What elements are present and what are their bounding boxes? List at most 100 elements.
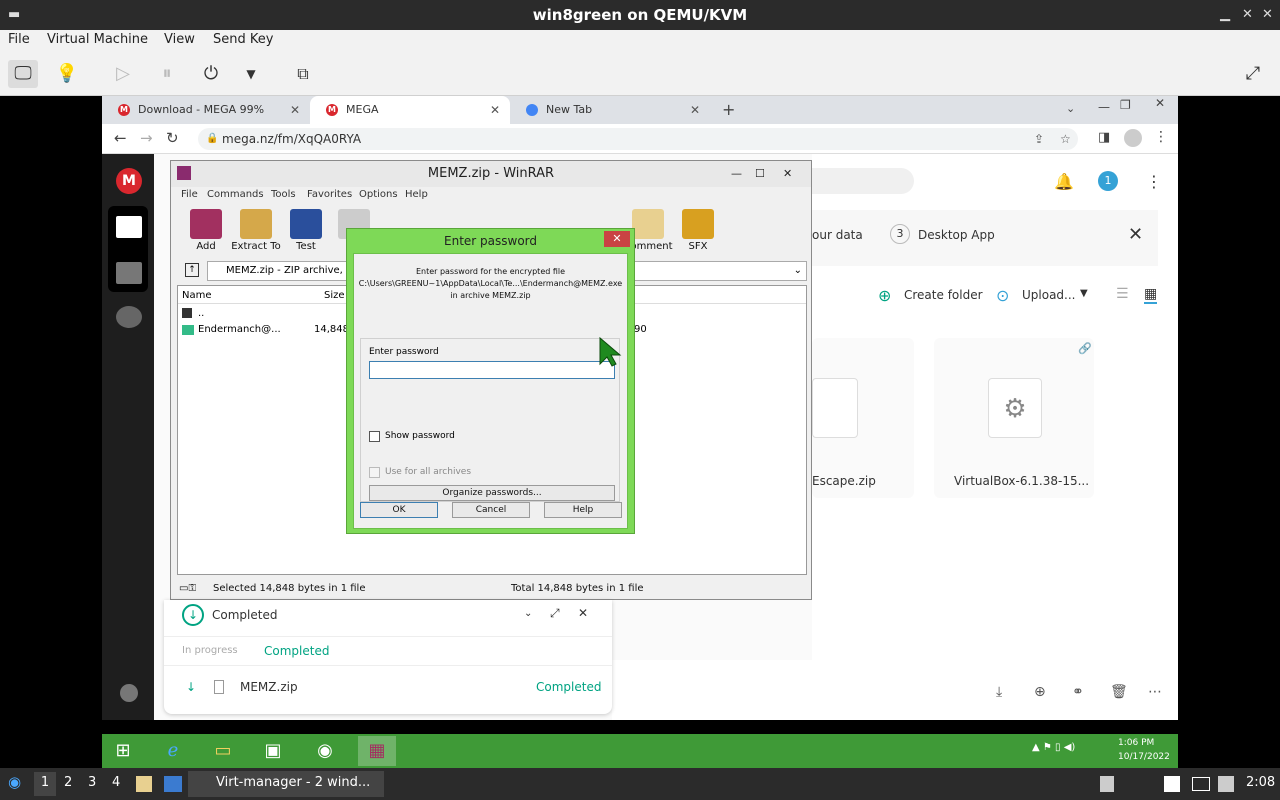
tab-new-tab[interactable]: New Tab ✕ [510, 96, 710, 124]
reload-icon[interactable]: ↻ [166, 129, 179, 147]
url-input[interactable]: 🔒 mega.nz/fm/XqQA0RYA ⇪ ☆ [198, 128, 1078, 150]
share-user-icon[interactable]: ⊕ [1034, 684, 1046, 700]
pause-icon[interactable]: ⏸ [152, 60, 182, 88]
fullscreen-icon[interactable]: ⤢ [1238, 60, 1268, 88]
sync-icon[interactable] [120, 684, 138, 702]
tab-completed[interactable]: Completed [264, 644, 329, 658]
restore-icon[interactable]: ❐ [1120, 98, 1131, 112]
show-password-checkbox[interactable] [369, 431, 380, 442]
winrar-taskbar-icon[interactable]: ▦ [358, 736, 396, 766]
up-folder-icon[interactable]: ↑ [185, 263, 199, 277]
menu-send-key[interactable]: Send Key [213, 32, 273, 47]
menu-options[interactable]: Options [359, 189, 398, 200]
close-icon[interactable]: ✕ [1262, 0, 1273, 30]
menu-favorites[interactable]: Favorites [307, 189, 352, 200]
mega-logo-icon[interactable]: M [116, 168, 142, 194]
chrome-icon[interactable]: ◉ [306, 736, 344, 766]
taskbar-virt-manager[interactable]: Virt-manager - 2 wind... [188, 771, 384, 797]
create-folder-button[interactable]: Create folder [904, 288, 983, 302]
sidepanel-icon[interactable]: ◨ [1098, 130, 1110, 145]
menu-commands[interactable]: Commands [207, 189, 264, 200]
chat-icon[interactable] [116, 306, 142, 328]
close-icon[interactable]: ✕ [604, 231, 630, 247]
organize-passwords-button[interactable]: Organize passwords... [369, 485, 615, 501]
download-icon[interactable]: ⤓ [996, 684, 1002, 700]
tab-close-icon[interactable]: ✕ [490, 96, 500, 124]
chevron-down-icon[interactable]: ⌄ [524, 608, 532, 619]
tab-download-mega[interactable]: M Download - MEGA 99% ✕ [102, 96, 310, 124]
help-button[interactable]: Help [544, 502, 622, 518]
photos-icon[interactable] [116, 262, 142, 284]
back-icon[interactable]: ← [114, 129, 127, 147]
close-icon[interactable]: ✕ [1142, 96, 1178, 114]
tab-close-icon[interactable]: ✕ [690, 96, 700, 124]
minimize-icon[interactable]: ▁ [1220, 0, 1230, 30]
menu-tools[interactable]: Tools [271, 189, 296, 200]
notification-bell-icon[interactable]: 🔔 [1054, 172, 1074, 191]
link-icon[interactable]: ⚭ [1072, 684, 1084, 700]
menu-file[interactable]: File [181, 189, 198, 200]
details-bulb-icon[interactable]: 💡 [52, 60, 82, 88]
chevron-down-icon[interactable]: ▼ [1080, 288, 1088, 299]
menu-help[interactable]: Help [405, 189, 428, 200]
column-name[interactable]: Name [182, 290, 212, 301]
run-icon[interactable]: ▷ [108, 60, 138, 88]
file-card-virtualbox[interactable]: 🔗 ⚙ VirtualBox-6.1.38-15... [934, 338, 1094, 498]
workspace-1[interactable]: 1 [34, 772, 56, 796]
snapshot-icon[interactable]: ⧉ [288, 60, 318, 88]
test-button[interactable]: Test [281, 209, 331, 255]
expand-icon[interactable]: ⤢ [550, 606, 560, 621]
file-card-escape[interactable]: Escape.zip [812, 338, 914, 498]
share-icon[interactable]: ⇪ [1034, 128, 1044, 150]
sfx-button[interactable]: SFX [673, 209, 723, 255]
list-view-icon[interactable]: ☰ [1116, 286, 1129, 302]
chevron-down-icon[interactable]: ⌄ [794, 262, 802, 280]
menu-view[interactable]: View [164, 32, 195, 47]
display-icon[interactable] [1192, 777, 1210, 791]
add-button[interactable]: Add [181, 209, 231, 255]
search-input[interactable] [812, 168, 914, 194]
desktop-icon[interactable] [164, 776, 182, 792]
maximize-icon[interactable]: ☐ [755, 161, 765, 187]
use-for-all-checkbox[interactable] [369, 467, 380, 478]
profile-avatar[interactable] [1124, 129, 1142, 147]
forward-icon[interactable]: → [140, 129, 153, 147]
store-icon[interactable]: ▣ [254, 736, 292, 766]
close-icon[interactable]: ✕ [783, 161, 792, 187]
file-explorer-icon[interactable]: ▭ [204, 736, 242, 766]
workspace-2[interactable]: 2 [64, 775, 72, 790]
cloud-drive-folder-icon[interactable] [116, 216, 142, 238]
maximize-icon[interactable]: ✕ [1242, 0, 1253, 30]
column-size[interactable]: Size [324, 290, 345, 301]
notification-badge[interactable]: 1 [1098, 171, 1118, 191]
host-menu-icon[interactable]: ◉ [8, 773, 21, 791]
console-icon[interactable]: 🖵 [8, 60, 38, 88]
new-tab-icon[interactable]: + [722, 100, 735, 119]
workspace-4[interactable]: 4 [112, 775, 120, 790]
notification-icon[interactable] [1218, 776, 1234, 792]
table-row[interactable]: .. [180, 308, 340, 322]
trash-icon[interactable]: 🗑 [1110, 684, 1128, 700]
minimize-icon[interactable]: — [731, 161, 742, 187]
password-input[interactable] [369, 361, 615, 379]
minimize-icon[interactable]: — [1098, 100, 1110, 114]
close-banner-icon[interactable]: ✕ [1128, 224, 1143, 245]
start-icon[interactable]: ⊞ [104, 736, 142, 766]
close-icon[interactable]: ✕ [578, 606, 588, 620]
workspace-3[interactable]: 3 [88, 775, 96, 790]
mega-menu-icon[interactable]: ⋮ [1146, 172, 1162, 191]
files-icon[interactable] [136, 776, 152, 792]
extract-to-button[interactable]: Extract To [231, 209, 281, 255]
tab-search-icon[interactable]: ⌄ [1066, 102, 1075, 115]
power-dropdown-icon[interactable]: ▼ [236, 60, 266, 88]
link-icon[interactable]: 🔗 [1078, 342, 1092, 355]
tray-icons[interactable]: ▲ ⚑ ▯ ◀) [1032, 742, 1075, 753]
internet-explorer-icon[interactable]: ℯ [154, 736, 192, 766]
ok-button[interactable]: OK [360, 502, 438, 518]
bookmark-star-icon[interactable]: ☆ [1060, 128, 1071, 150]
clipboard-icon[interactable] [1164, 776, 1180, 792]
step-desktop-app[interactable]: Desktop App [918, 228, 995, 242]
step-your-data[interactable]: our data [812, 228, 863, 242]
more-icon[interactable]: ⋯ [1148, 684, 1162, 700]
menu-file[interactable]: File [8, 32, 30, 47]
